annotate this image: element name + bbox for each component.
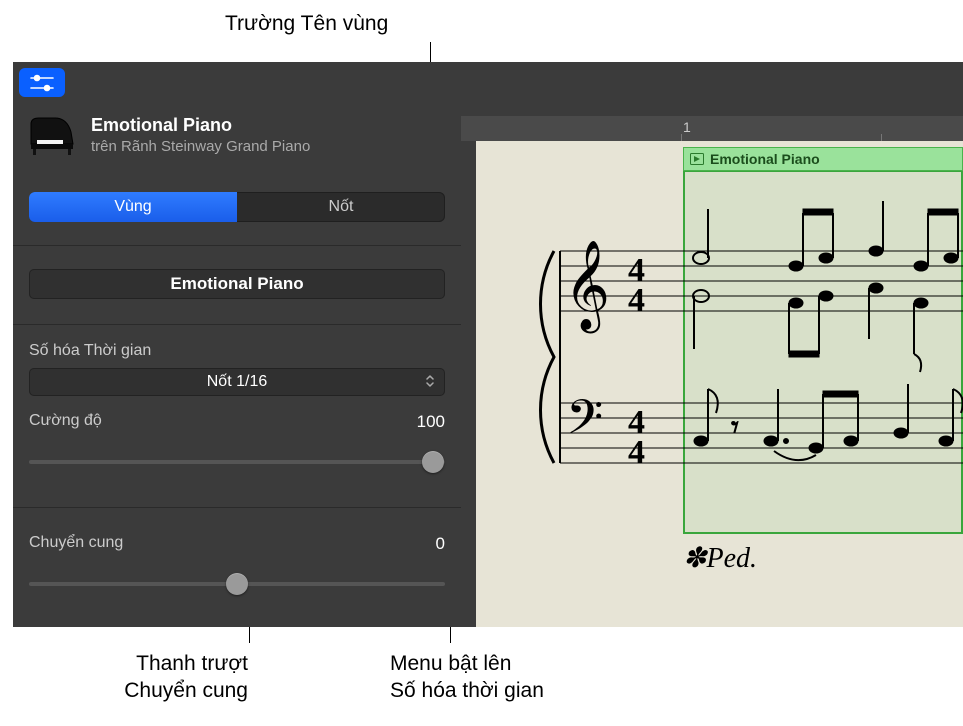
callout-region-name: Trường Tên vùng xyxy=(225,10,388,37)
piano-icon xyxy=(27,114,77,156)
divider xyxy=(13,245,461,246)
grand-staff: 𝄞 𝄢 4 4 4 4 xyxy=(506,189,963,529)
filter-toolbar-button[interactable] xyxy=(19,68,65,97)
region-title: Emotional Piano xyxy=(91,115,310,136)
region-subtitle: trên Rãnh Steinway Grand Piano xyxy=(91,138,310,155)
svg-text:𝄞: 𝄞 xyxy=(564,241,610,334)
time-quantize-popup[interactable]: Nốt 1/16 xyxy=(29,368,445,396)
tab-note[interactable]: Nốt xyxy=(237,192,445,222)
score-region-name: Emotional Piano xyxy=(710,151,820,167)
slider-knob[interactable] xyxy=(226,573,248,595)
timeline-ruler[interactable]: 1 xyxy=(461,116,963,141)
time-quantize-group: Số hóa Thời gian Nốt 1/16 xyxy=(29,342,445,396)
score-region-header[interactable]: Emotional Piano xyxy=(683,147,963,171)
transpose-group: Chuyển cung 0 xyxy=(29,534,445,586)
ruler-marker: 1 xyxy=(683,119,691,135)
velocity-label: Cường độ xyxy=(29,412,102,429)
callout-transpose-slider: Thanh trượt Chuyển cung xyxy=(30,650,248,705)
velocity-value: 100 xyxy=(417,412,445,432)
divider xyxy=(13,507,461,508)
velocity-group: Cường độ 100 xyxy=(29,412,445,464)
svg-text:4: 4 xyxy=(628,282,645,319)
svg-text:4: 4 xyxy=(628,434,645,471)
callout-time-quantize-menu: Menu bật lên Số hóa thời gian xyxy=(390,650,544,705)
region-name-field[interactable]: Emotional Piano xyxy=(29,269,445,299)
velocity-slider[interactable] xyxy=(29,460,445,464)
tab-region[interactable]: Vùng xyxy=(29,192,237,222)
divider xyxy=(13,324,461,325)
slider-knob[interactable] xyxy=(422,451,444,473)
score-paper[interactable]: Emotional Piano xyxy=(476,141,963,627)
svg-text:𝄾: 𝄾 xyxy=(731,411,739,444)
time-quantize-label: Số hóa Thời gian xyxy=(29,342,445,360)
inspector-tabs: Vùng Nốt xyxy=(29,192,445,222)
pedal-marking: ✽Ped. xyxy=(683,541,757,575)
transpose-label: Chuyển cung xyxy=(29,534,123,551)
score-editor: 1 Emotional Piano xyxy=(461,62,963,627)
chevron-updown-icon xyxy=(425,374,435,390)
inspector-panel: Emotional Piano trên Rãnh Steinway Grand… xyxy=(13,62,461,627)
svg-text:𝄢: 𝄢 xyxy=(566,391,603,456)
time-quantize-value: Nốt 1/16 xyxy=(207,373,267,391)
transpose-value: 0 xyxy=(436,534,445,554)
region-header: Emotional Piano trên Rãnh Steinway Grand… xyxy=(27,114,310,156)
region-chevron-icon xyxy=(690,153,704,165)
transpose-slider[interactable] xyxy=(29,582,445,586)
